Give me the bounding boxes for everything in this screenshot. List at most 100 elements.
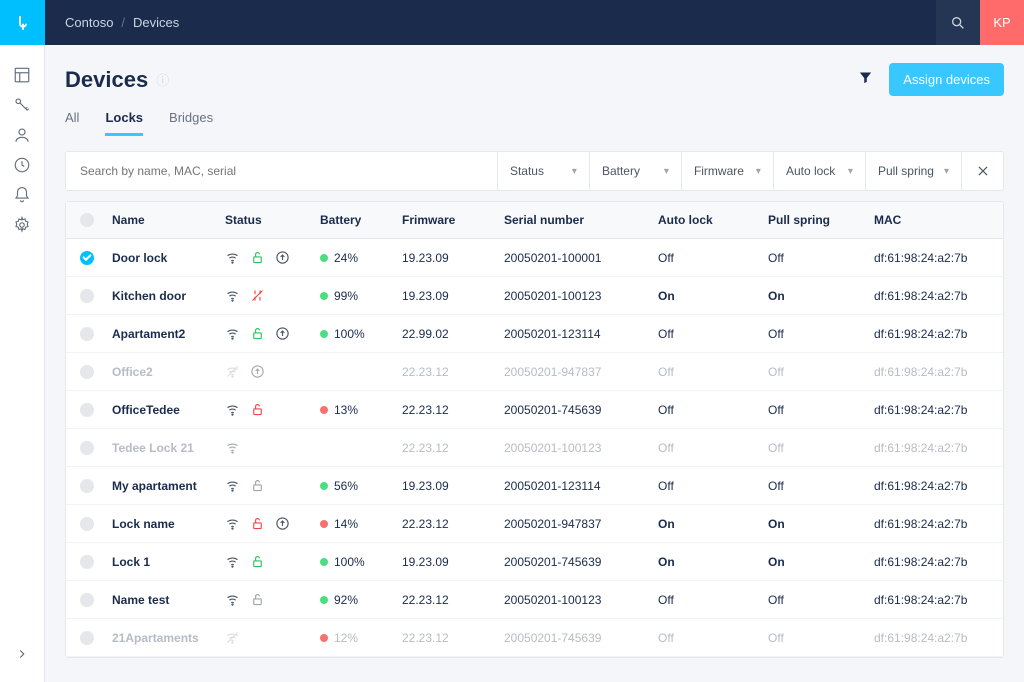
- device-name: Tedee Lock 21: [112, 441, 225, 455]
- row-checkbox[interactable]: [80, 479, 94, 493]
- table-row[interactable]: Apartament2100%22.99.0220050201-123114Of…: [66, 315, 1003, 353]
- serial-cell: 20050201-123114: [504, 479, 658, 493]
- row-checkbox[interactable]: [80, 403, 94, 417]
- filter-battery[interactable]: Battery▾: [589, 152, 681, 190]
- device-name: My apartament: [112, 479, 225, 493]
- col-name[interactable]: Name: [112, 213, 225, 227]
- device-name: Lock name: [112, 517, 225, 531]
- device-name: Lock 1: [112, 555, 225, 569]
- autolock-cell: Off: [658, 251, 768, 265]
- row-checkbox[interactable]: [80, 631, 94, 645]
- device-name: Name test: [112, 593, 225, 607]
- row-checkbox[interactable]: [80, 441, 94, 455]
- status-icons: [225, 630, 320, 645]
- lock-icon: [250, 592, 265, 607]
- filter-icon[interactable]: [858, 70, 873, 90]
- breadcrumb-sep: /: [121, 15, 125, 30]
- update-icon: [275, 516, 290, 531]
- mac-cell: df:61:98:24:a2:7b: [874, 289, 989, 303]
- mac-cell: df:61:98:24:a2:7b: [874, 441, 989, 455]
- device-name: Kitchen door: [112, 289, 225, 303]
- tab-all[interactable]: All: [65, 110, 79, 136]
- filter-firmware[interactable]: Firmware▾: [681, 152, 773, 190]
- row-checkbox[interactable]: [80, 289, 94, 303]
- update-icon: [275, 250, 290, 265]
- lock-icon: [250, 554, 265, 569]
- table-row[interactable]: Tedee Lock 2122.23.1220050201-100123OffO…: [66, 429, 1003, 467]
- wifi-icon: [225, 630, 240, 645]
- wifi-icon: [225, 478, 240, 493]
- dashboard-icon[interactable]: [10, 63, 34, 87]
- battery-cell: 12%: [320, 631, 402, 645]
- breadcrumb-section[interactable]: Devices: [133, 15, 179, 30]
- sidebar: [0, 0, 45, 682]
- autolock-cell: Off: [658, 631, 768, 645]
- row-checkbox[interactable]: [80, 517, 94, 531]
- avatar[interactable]: KP: [980, 0, 1024, 45]
- chevron-down-icon: ▾: [572, 166, 577, 177]
- table-row[interactable]: Lock 1100%19.23.0920050201-745639OnOndf:…: [66, 543, 1003, 581]
- mac-cell: df:61:98:24:a2:7b: [874, 631, 989, 645]
- row-checkbox[interactable]: [80, 365, 94, 379]
- search-icon[interactable]: [936, 0, 980, 45]
- search-input[interactable]: [66, 152, 497, 190]
- device-name: Office2: [112, 365, 225, 379]
- status-icons: [225, 440, 320, 455]
- col-battery[interactable]: Battery: [320, 213, 402, 227]
- device-name: Door lock: [112, 251, 225, 265]
- col-pullspring[interactable]: Pull spring: [768, 213, 874, 227]
- filter-auto-lock[interactable]: Auto lock▾: [773, 152, 865, 190]
- breadcrumb-org[interactable]: Contoso: [65, 15, 113, 30]
- table-row[interactable]: 21Apartaments12%22.23.1220050201-745639O…: [66, 619, 1003, 657]
- firmware-cell: 22.23.12: [402, 631, 504, 645]
- serial-cell: 20050201-123114: [504, 327, 658, 341]
- table-row[interactable]: My apartament56%19.23.0920050201-123114O…: [66, 467, 1003, 505]
- select-all-checkbox[interactable]: [80, 213, 94, 227]
- status-icons: [225, 554, 320, 569]
- lock-icon: [250, 402, 265, 417]
- table-row[interactable]: Lock name14%22.23.1220050201-947837OnOnd…: [66, 505, 1003, 543]
- logo[interactable]: [0, 0, 45, 45]
- status-icons: [225, 478, 320, 493]
- battery-dot-icon: [320, 254, 328, 262]
- info-icon[interactable]: ⓘ: [156, 70, 169, 89]
- row-checkbox[interactable]: [80, 251, 94, 265]
- filter-status[interactable]: Status▾: [497, 152, 589, 190]
- status-icons: [225, 516, 320, 531]
- pullspring-cell: Off: [768, 441, 874, 455]
- table-row[interactable]: OfficeTedee13%22.23.1220050201-745639Off…: [66, 391, 1003, 429]
- col-mac[interactable]: MAC: [874, 213, 989, 227]
- firmware-cell: 19.23.09: [402, 251, 504, 265]
- row-checkbox[interactable]: [80, 555, 94, 569]
- assign-devices-button[interactable]: Assign devices: [889, 63, 1004, 96]
- row-checkbox[interactable]: [80, 593, 94, 607]
- wifi-icon: [225, 288, 240, 303]
- activity-icon[interactable]: [10, 153, 34, 177]
- notifications-icon[interactable]: [10, 183, 34, 207]
- settings-icon[interactable]: [10, 213, 34, 237]
- col-autolock[interactable]: Auto lock: [658, 213, 768, 227]
- topbar: Contoso / Devices KP: [45, 0, 1024, 45]
- tab-bridges[interactable]: Bridges: [169, 110, 213, 136]
- access-icon[interactable]: [10, 93, 34, 117]
- autolock-cell: On: [658, 555, 768, 569]
- table-row[interactable]: Office222.23.1220050201-947837OffOffdf:6…: [66, 353, 1003, 391]
- mac-cell: df:61:98:24:a2:7b: [874, 365, 989, 379]
- clear-filters-icon[interactable]: [961, 152, 1003, 190]
- filter-pull-spring[interactable]: Pull spring▾: [865, 152, 961, 190]
- battery-dot-icon: [320, 330, 328, 338]
- col-serial[interactable]: Serial number: [504, 213, 658, 227]
- table-row[interactable]: Name test92%22.23.1220050201-100123OffOf…: [66, 581, 1003, 619]
- col-firmware[interactable]: Frimware: [402, 213, 504, 227]
- lock-icon: [250, 250, 265, 265]
- serial-cell: 20050201-947837: [504, 517, 658, 531]
- col-status[interactable]: Status: [225, 213, 320, 227]
- row-checkbox[interactable]: [80, 327, 94, 341]
- expand-icon[interactable]: [10, 642, 34, 666]
- users-icon[interactable]: [10, 123, 34, 147]
- tab-locks[interactable]: Locks: [105, 110, 143, 136]
- battery-dot-icon: [320, 634, 328, 642]
- pullspring-cell: Off: [768, 327, 874, 341]
- table-row[interactable]: Door lock24%19.23.0920050201-100001OffOf…: [66, 239, 1003, 277]
- table-row[interactable]: Kitchen door99%19.23.0920050201-100123On…: [66, 277, 1003, 315]
